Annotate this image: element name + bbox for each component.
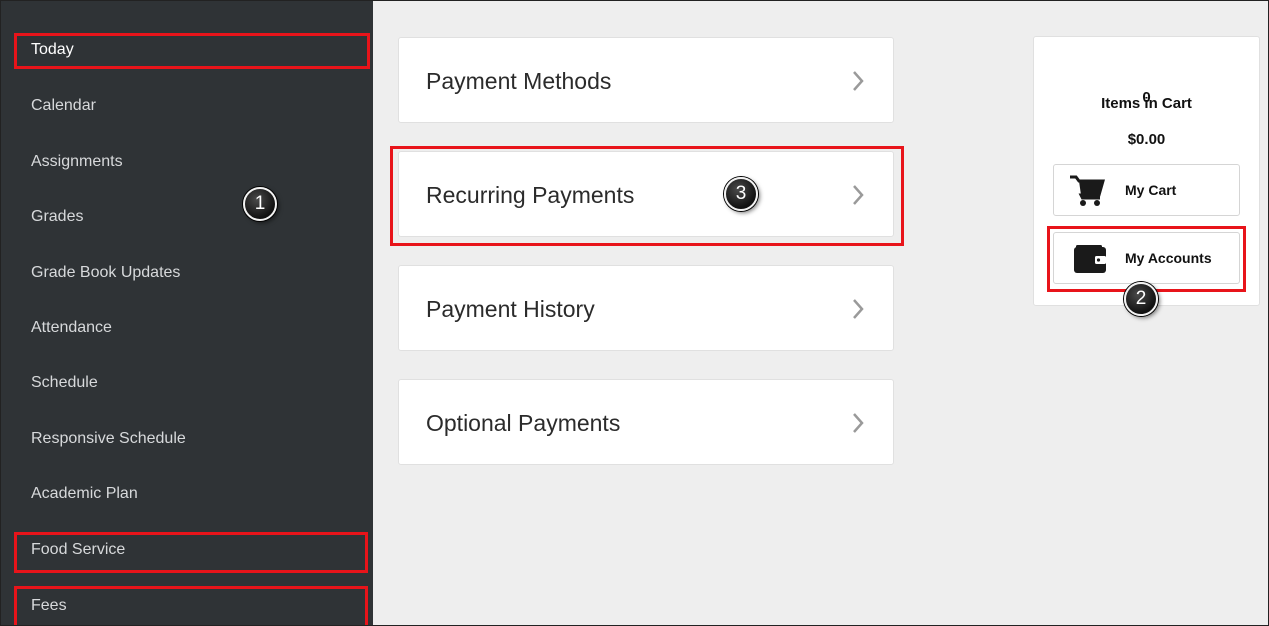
payment-methods-card[interactable]: Payment Methods — [398, 37, 894, 123]
sidebar-nav: Today Calendar Assignments Grades Grade … — [1, 1, 373, 625]
app-window: Today Calendar Assignments Grades Grade … — [0, 0, 1269, 626]
sidebar-item-label: Attendance — [31, 319, 112, 336]
sidebar-item-label: Schedule — [31, 374, 98, 391]
sidebar-item-label: Today — [31, 41, 74, 58]
sidebar-item-grade-book-updates[interactable]: Grade Book Updates — [1, 255, 373, 291]
shopping-cart-icon — [1070, 175, 1105, 206]
sidebar-item-food-service[interactable]: Food Service — [1, 532, 373, 568]
card-label: Optional Payments — [426, 410, 621, 436]
wallet-icon — [1074, 245, 1106, 273]
sidebar-item-label: Grades — [31, 208, 84, 225]
recurring-payments-card[interactable]: Recurring Payments — [398, 151, 894, 237]
chevron-right-icon — [853, 413, 864, 433]
my-cart-button[interactable]: My Cart — [1053, 164, 1240, 216]
sidebar-item-label: Grade Book Updates — [31, 264, 181, 281]
sidebar-item-label: Fees — [31, 597, 67, 614]
sidebar-item-attendance[interactable]: Attendance — [1, 310, 373, 346]
callout-marker-2: 2 — [1124, 282, 1158, 316]
sidebar-item-calendar[interactable]: Calendar — [1, 88, 373, 124]
card-label: Payment History — [426, 296, 595, 322]
sidebar-item-label: Calendar — [31, 97, 96, 114]
chevron-right-icon — [853, 299, 864, 319]
sidebar-item-label: Food Service — [31, 541, 126, 558]
sidebar-item-label: Responsive Schedule — [31, 430, 186, 447]
my-cart-label: My Cart — [1125, 182, 1177, 198]
chevron-right-icon — [853, 185, 864, 205]
sidebar-item-today[interactable]: Today — [1, 32, 373, 68]
optional-payments-card[interactable]: Optional Payments — [398, 379, 894, 465]
sidebar-item-fees[interactable]: Fees — [1, 588, 373, 624]
payment-history-card[interactable]: Payment History — [398, 265, 894, 351]
chevron-right-icon — [853, 71, 864, 91]
my-accounts-label: My Accounts — [1125, 250, 1212, 266]
sidebar-item-responsive-schedule[interactable]: Responsive Schedule — [1, 421, 373, 457]
callout-marker-1: 1 — [243, 187, 277, 221]
sidebar-item-academic-plan[interactable]: Academic Plan — [1, 476, 373, 512]
card-label: Payment Methods — [426, 68, 612, 94]
callout-marker-3: 3 — [724, 177, 758, 211]
sidebar-item-schedule[interactable]: Schedule — [1, 365, 373, 401]
sidebar-item-assignments[interactable]: Assignments — [1, 144, 373, 180]
sidebar-item-grades[interactable]: Grades — [1, 199, 373, 235]
cart-summary-panel: 0 Items in Cart $0.00 My Cart My Account… — [1033, 36, 1260, 306]
cart-items-label: Items in Cart — [1101, 95, 1192, 112]
my-accounts-button[interactable]: My Accounts — [1053, 232, 1240, 284]
cart-total: $0.00 — [1127, 131, 1166, 148]
card-label: Recurring Payments — [426, 182, 635, 208]
sidebar-item-label: Academic Plan — [31, 485, 138, 502]
sidebar-item-label: Assignments — [31, 153, 123, 170]
